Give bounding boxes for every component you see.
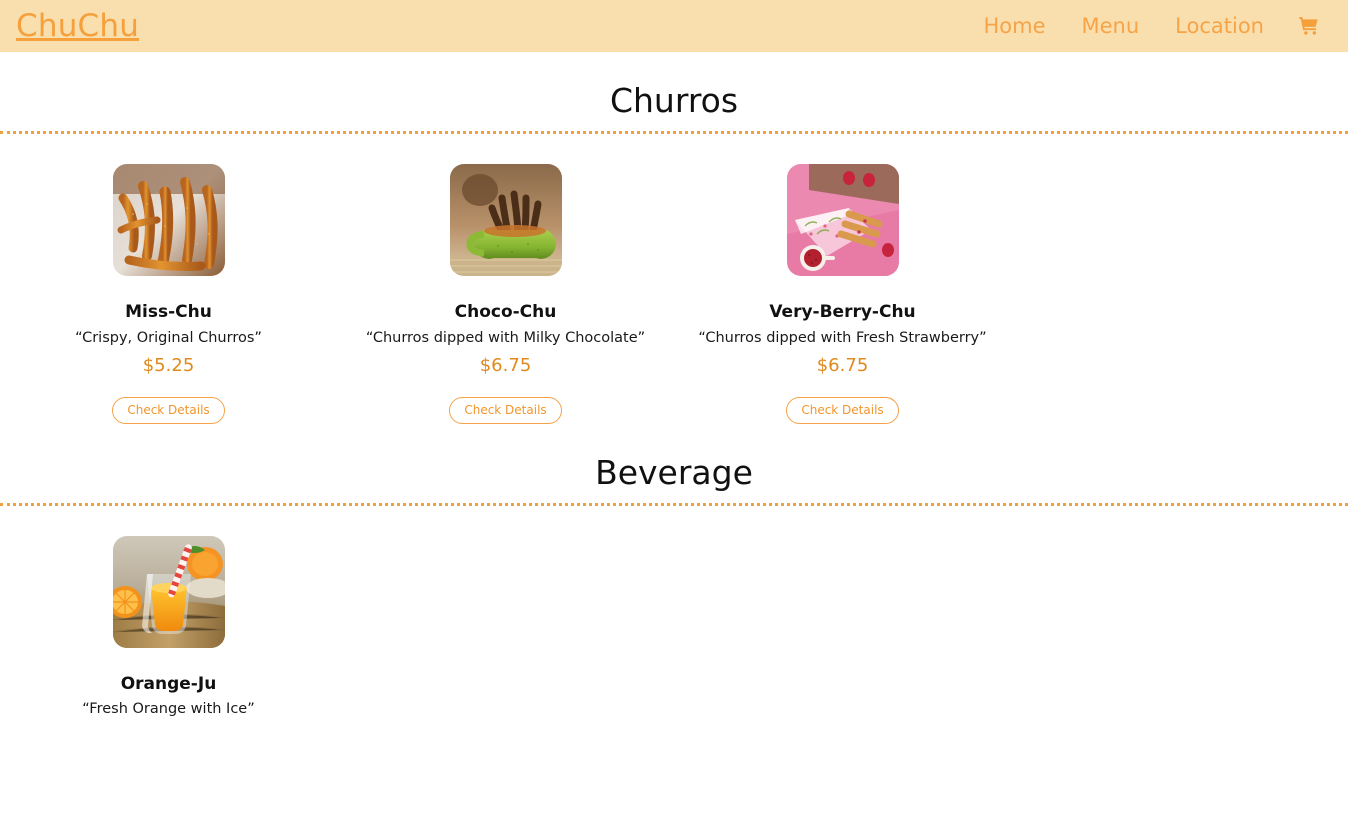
cart-button[interactable] bbox=[1282, 15, 1324, 37]
section-beverage: Beverage Orange-Ju “Fresh Orange with Ic… bbox=[0, 424, 1348, 719]
product-image-miss-chu[interactable] bbox=[112, 164, 225, 277]
product-image-very-berry-chu[interactable] bbox=[786, 164, 899, 277]
product-price: $5.25 bbox=[142, 355, 195, 377]
product-card: Orange-Ju “Fresh Orange with Ice” bbox=[0, 535, 337, 719]
product-image-choco-chu[interactable] bbox=[449, 164, 562, 277]
product-name: Very-Berry-Chu bbox=[769, 302, 916, 323]
grid-empty-cell bbox=[674, 536, 1011, 719]
product-card: Choco-Chu “Churros dipped with Milky Cho… bbox=[337, 164, 674, 424]
shopping-cart-icon bbox=[1299, 17, 1318, 35]
check-details-button[interactable]: Check Details bbox=[112, 396, 225, 424]
product-description: “Fresh Orange with Ice” bbox=[82, 701, 255, 718]
main-nav: Home Menu Location bbox=[965, 15, 1324, 37]
product-description: “Crispy, Original Churros” bbox=[75, 329, 262, 346]
product-name: Choco-Chu bbox=[454, 302, 557, 323]
churros-plain-photo bbox=[112, 164, 225, 277]
check-details-button[interactable]: Check Details bbox=[449, 396, 562, 424]
product-description: “Churros dipped with Milky Chocolate” bbox=[365, 329, 646, 346]
product-name: Orange-Ju bbox=[120, 673, 217, 694]
product-grid-churros: Miss-Chu “Crispy, Original Churros” $5.2… bbox=[0, 134, 1348, 424]
check-details-button[interactable]: Check Details bbox=[786, 396, 899, 424]
section-title-beverage: Beverage bbox=[595, 452, 753, 492]
brand-logo[interactable]: ChuChu bbox=[16, 10, 139, 42]
nav-link-menu[interactable]: Menu bbox=[1064, 13, 1158, 38]
nav-label-location: Location bbox=[1175, 13, 1264, 38]
product-description: “Churros dipped with Fresh Strawberry” bbox=[698, 329, 987, 346]
nav-label-menu: Menu bbox=[1081, 13, 1140, 38]
section-title-churros: Churros bbox=[609, 81, 739, 120]
product-card: Miss-Chu “Crispy, Original Churros” $5.2… bbox=[0, 164, 337, 424]
top-navigation-bar: ChuChu Home Menu Location bbox=[0, 0, 1348, 52]
product-grid-beverage: Orange-Ju “Fresh Orange with Ice” bbox=[0, 506, 1348, 719]
product-name: Miss-Chu bbox=[125, 302, 212, 323]
churros-strawberry-pink-photo bbox=[786, 164, 899, 277]
product-price: $6.75 bbox=[816, 355, 869, 377]
nav-link-location[interactable]: Location bbox=[1157, 13, 1282, 38]
product-price: $6.75 bbox=[479, 355, 532, 377]
product-image-orange-ju[interactable] bbox=[112, 535, 225, 648]
grid-empty-cell bbox=[1011, 536, 1348, 719]
section-churros: Churros Miss-Chu “Crispy, Original Churr… bbox=[0, 52, 1348, 424]
nav-label-home: Home bbox=[983, 13, 1046, 38]
churros-chocolate-bowl-photo bbox=[449, 164, 562, 277]
grid-empty-cell bbox=[1011, 164, 1348, 423]
product-card: Very-Berry-Chu “Churros dipped with Fres… bbox=[674, 164, 1011, 424]
grid-empty-cell bbox=[337, 536, 674, 719]
orange-juice-glass-photo bbox=[112, 535, 225, 648]
nav-link-home[interactable]: Home bbox=[965, 13, 1063, 38]
